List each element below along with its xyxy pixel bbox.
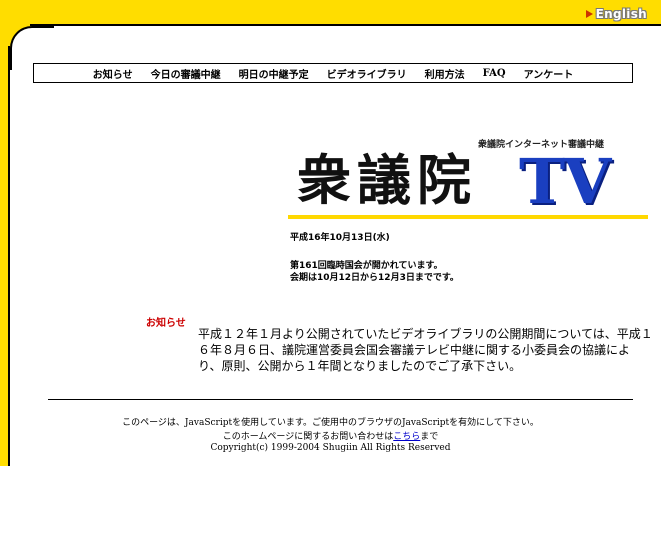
contact-suffix: まで — [420, 432, 439, 442]
brand-tv-logo: TV — [519, 145, 611, 218]
menu-item-tomorrow-schedule[interactable]: 明日の中継予定 — [239, 66, 309, 81]
javascript-notice: このページは、JavaScriptを使用しています。ご使用中のブラウザのJava… — [122, 418, 539, 428]
brand-title: 衆議院 — [297, 148, 477, 212]
notice-label: お知らせ — [146, 318, 186, 329]
top-frame-bar — [0, 0, 661, 26]
contact-line: このホームページに関するお問い合わせはこちらまで — [0, 429, 661, 442]
brand-underline — [288, 215, 648, 219]
session-period: 会期は10月12日から12月3日までです。 — [290, 273, 459, 283]
menu-item-notice[interactable]: お知らせ — [93, 66, 133, 81]
menu-item-today-broadcast[interactable]: 今日の審議中継 — [151, 66, 221, 81]
menu-item-faq[interactable]: FAQ — [483, 68, 506, 79]
frame-top-border — [30, 24, 661, 26]
play-arrow-icon — [585, 9, 593, 18]
copyright: Copyright(c) 1999-2004 Shugiin All Right… — [210, 443, 451, 453]
english-label: English — [595, 6, 647, 21]
current-date: 平成16年10月13日(水) — [290, 233, 390, 243]
contact-prefix: このホームページに関するお問い合わせは — [222, 432, 394, 442]
menu-item-how-to-use[interactable]: 利用方法 — [425, 66, 465, 81]
menu-item-survey[interactable]: アンケート — [524, 66, 574, 81]
footer-divider — [48, 399, 633, 400]
notice-body: 平成１２年１月より公開されていたビデオライブラリの公開期間については、平成１６年… — [198, 327, 653, 373]
main-menu: お知らせ 今日の審議中継 明日の中継予定 ビデオライブラリ 利用方法 FAQ ア… — [33, 63, 633, 83]
frame-left-border — [8, 46, 10, 466]
english-link[interactable]: English — [585, 6, 647, 21]
contact-link[interactable]: こちら — [393, 432, 420, 442]
menu-item-video-library[interactable]: ビデオライブラリ — [327, 66, 407, 81]
